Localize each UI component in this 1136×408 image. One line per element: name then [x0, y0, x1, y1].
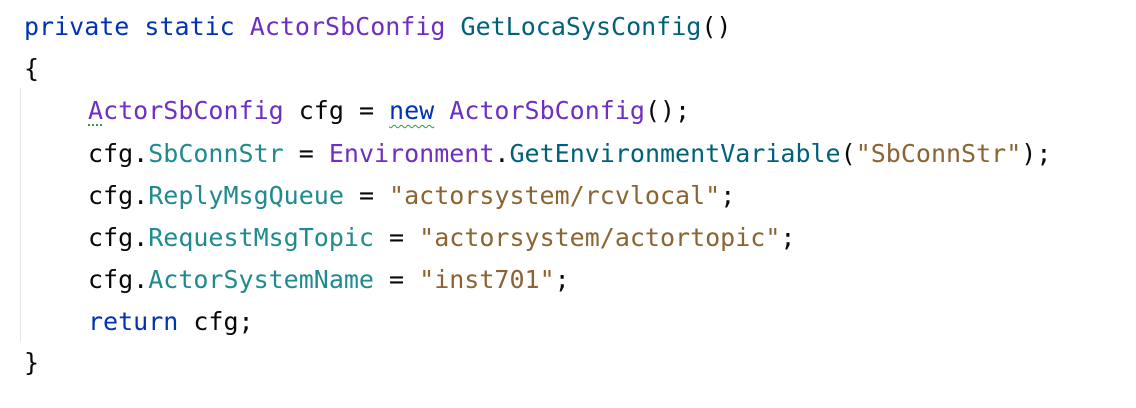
string-literal: "SbConnStr" — [855, 139, 1022, 168]
code-line-sbconnstr[interactable]: cfg.SbConnStr = Environment.GetEnvironme… — [88, 133, 1051, 175]
close-paren: ); — [1021, 139, 1052, 168]
string-literal: "actorsystem/actortopic" — [419, 223, 781, 252]
declared-type: ctorSbConfig — [103, 96, 284, 125]
semicolon: ; — [720, 181, 736, 210]
code-line-actorsystemname[interactable]: cfg.ActorSystemName = "inst701"; — [88, 259, 570, 301]
open-brace: { — [24, 54, 40, 83]
code-line-return[interactable]: return cfg; — [88, 301, 254, 343]
return-type: ActorSbConfig — [249, 12, 446, 41]
assign-operator: = — [374, 223, 420, 252]
semicolon: ; — [780, 223, 796, 252]
property-requestmsgtopic: RequestMsgTopic — [148, 223, 374, 252]
variable-assignment: cfg = — [283, 96, 390, 125]
assign-operator: = — [374, 265, 420, 294]
method-getenvironmentvariable: GetEnvironmentVariable — [509, 139, 841, 168]
code-line-close-brace[interactable]: } — [24, 342, 39, 384]
assign-operator: = — [283, 139, 329, 168]
keyword-private-static: private static — [24, 12, 250, 41]
close-brace: } — [24, 348, 40, 377]
property-sbconnstr: SbConnStr — [148, 139, 284, 168]
assign-operator: = — [343, 181, 390, 210]
code-line-declaration[interactable]: ActorSbConfig cfg = new ActorSbConfig(); — [88, 90, 690, 132]
code-line-replymsgqueue[interactable]: cfg.ReplyMsgQueue = "actorsystem/rcvloca… — [88, 175, 735, 217]
keyword-return: return — [88, 307, 179, 336]
string-literal: "actorsystem/rcvlocal" — [389, 181, 721, 210]
constructor-call: (); — [644, 96, 691, 125]
object-ref: cfg. — [88, 223, 149, 252]
code-line-open-brace[interactable]: { — [24, 48, 39, 90]
semicolon: ; — [554, 265, 570, 294]
constructor-type: ActorSbConfig — [449, 96, 645, 125]
string-literal: "inst701" — [419, 265, 555, 294]
object-ref: cfg. — [88, 139, 149, 168]
class-environment: Environment — [328, 139, 495, 168]
method-name: GetLocaSysConfig — [460, 12, 702, 41]
code-line-method-signature[interactable]: private static ActorSbConfig GetLocaSysC… — [24, 6, 731, 48]
code-editor[interactable]: private static ActorSbConfig GetLocaSysC… — [0, 0, 1136, 408]
property-replymsgqueue: ReplyMsgQueue — [148, 181, 344, 210]
indent-guide — [20, 88, 21, 342]
open-paren: ( — [840, 139, 856, 168]
type-first-letter: A — [88, 96, 104, 125]
keyword-new: new — [389, 96, 435, 125]
object-ref: cfg. — [88, 265, 149, 294]
parameter-list: () — [701, 12, 732, 41]
code-line-requestmsgtopic[interactable]: cfg.RequestMsgTopic = "actorsystem/actor… — [88, 217, 795, 259]
return-value: cfg; — [178, 307, 254, 336]
object-ref: cfg. — [88, 181, 149, 210]
property-actorsystemname: ActorSystemName — [148, 265, 374, 294]
dot: . — [494, 139, 510, 168]
